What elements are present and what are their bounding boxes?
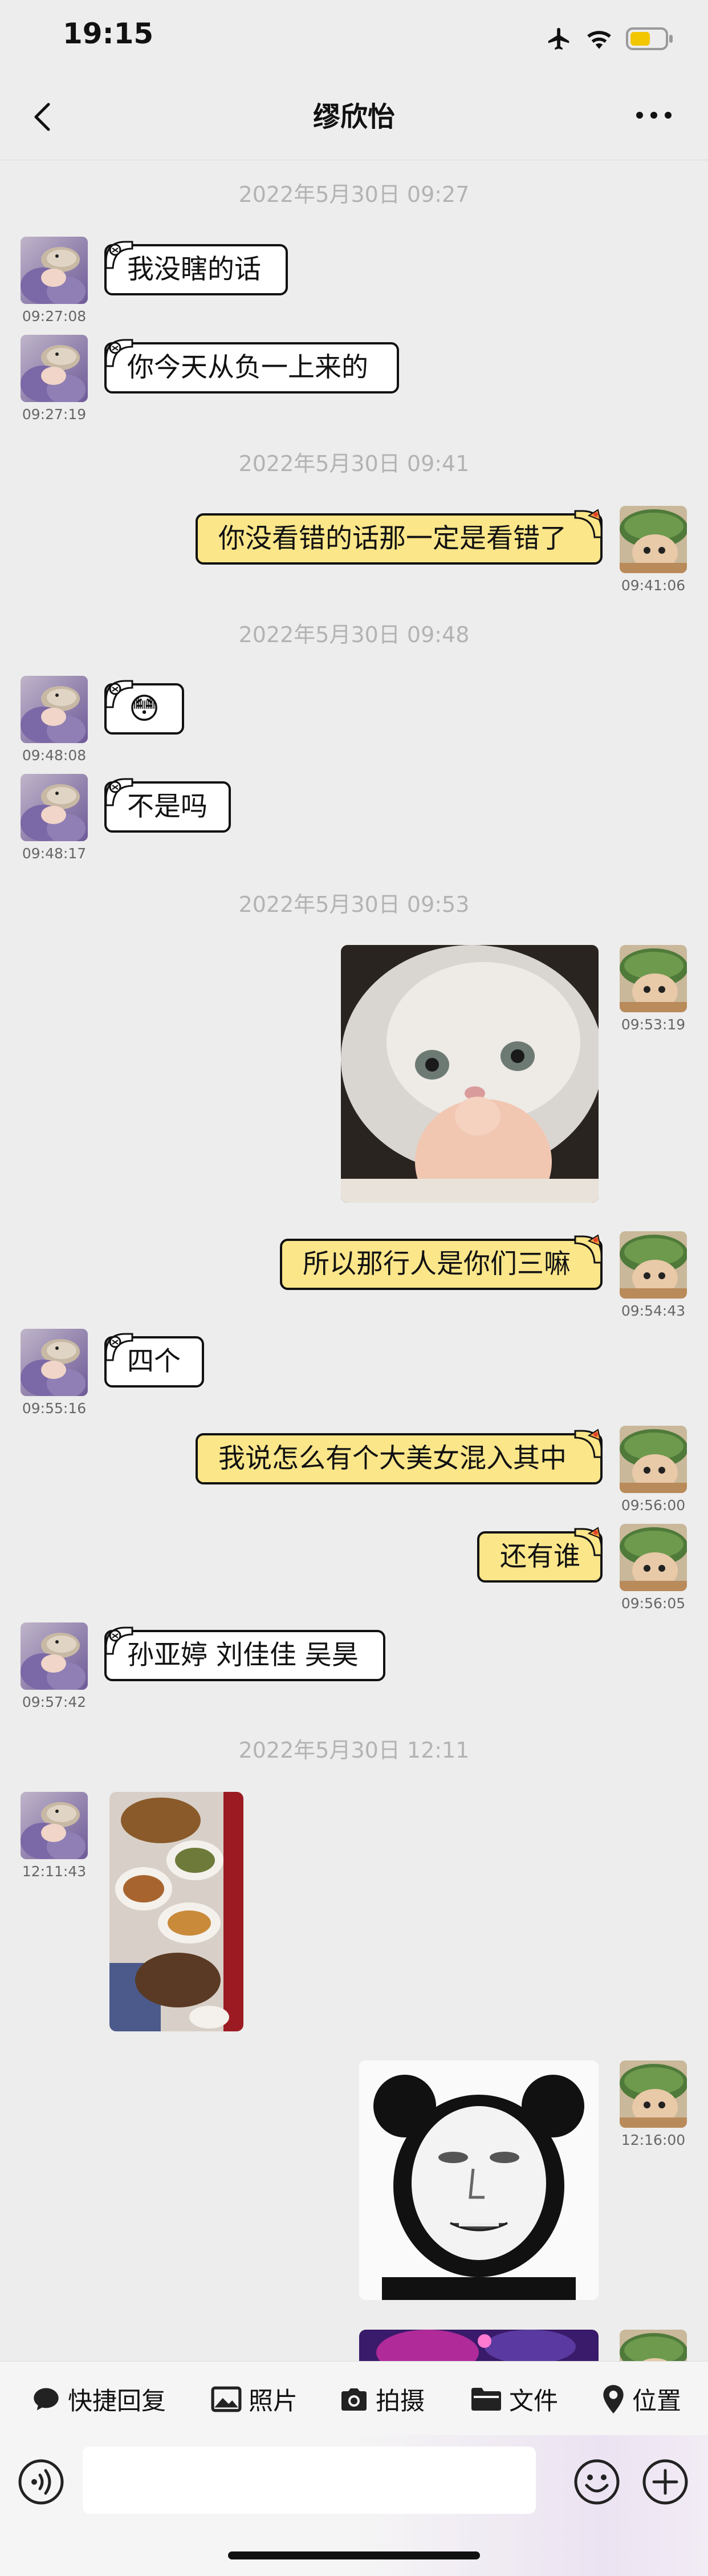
self-avatar[interactable] xyxy=(620,1524,687,1591)
bubble-decoration-icon xyxy=(105,1333,133,1361)
bubble-decoration-icon xyxy=(574,1234,603,1264)
bubble-decoration-icon xyxy=(105,241,133,269)
contact-avatar[interactable] xyxy=(21,1329,88,1396)
wifi-icon xyxy=(587,31,611,49)
camera-label: 拍摄 xyxy=(376,2387,425,2416)
page-title: 缪欣怡 xyxy=(312,101,395,133)
camera-icon xyxy=(341,2388,367,2411)
bubble-decoration-icon xyxy=(105,778,133,806)
cat-pointing-image xyxy=(341,945,599,1203)
chat-screen: 19:15 缪欣怡 2022年5月30日 09:27 09:27:08 我没瞎的… xyxy=(0,0,708,2576)
contact-avatar[interactable] xyxy=(21,1622,88,1690)
location-button[interactable]: 位置 xyxy=(601,2383,681,2416)
contact-avatar[interactable] xyxy=(21,335,88,402)
timestamp: 2022年5月30日 09:48 xyxy=(238,622,470,647)
input-bar xyxy=(0,2435,708,2576)
quick-reply-button[interactable]: 快捷回复 xyxy=(31,2383,166,2416)
self-avatar[interactable] xyxy=(620,506,687,573)
bubble-decoration-icon xyxy=(574,1429,603,1458)
image-message-food[interactable] xyxy=(109,1792,243,2031)
self-avatar[interactable] xyxy=(620,1231,687,1299)
message-time: 12:11:43 xyxy=(22,1863,87,1880)
bubble-decoration-icon xyxy=(574,509,603,538)
timestamp: 2022年5月30日 12:11 xyxy=(238,1738,470,1763)
file-button[interactable]: 文件 xyxy=(470,2383,558,2416)
panda-meme-image xyxy=(359,2060,599,2300)
emoji-icon[interactable] xyxy=(573,2458,621,2506)
status-bar: 19:15 xyxy=(0,0,708,74)
status-icons xyxy=(546,22,674,56)
message-time: 09:27:19 xyxy=(22,406,87,423)
plus-icon[interactable] xyxy=(641,2458,689,2506)
voice-icon[interactable] xyxy=(17,2458,65,2506)
timestamp: 2022年5月30日 09:27 xyxy=(238,182,470,207)
message-time: 09:48:17 xyxy=(22,845,87,862)
message-time: 09:53:19 xyxy=(621,1016,686,1033)
photo-label: 照片 xyxy=(249,2387,298,2416)
bubble-decoration-icon xyxy=(105,339,133,367)
message-time: 09:56:00 xyxy=(621,1497,686,1514)
contact-avatar[interactable] xyxy=(21,676,88,743)
nav-bar: 缪欣怡 xyxy=(0,74,708,160)
self-avatar[interactable] xyxy=(620,2060,687,2128)
chat-bubble-icon xyxy=(34,2388,59,2411)
folder-icon xyxy=(471,2388,501,2411)
message-input[interactable] xyxy=(83,2447,536,2514)
more-dots-icon[interactable] xyxy=(634,109,674,121)
message-time: 12:16:00 xyxy=(621,2132,686,2148)
message-time: 09:27:08 xyxy=(22,308,87,324)
timestamp: 2022年5月30日 09:41 xyxy=(238,451,470,476)
message-bubble[interactable]: 我说怎么有个大美女混入其中 xyxy=(196,1433,603,1484)
timestamp: 2022年5月30日 09:53 xyxy=(238,892,470,917)
camera-button[interactable]: 拍摄 xyxy=(339,2383,425,2416)
home-indicator xyxy=(228,2551,480,2559)
message-bubble[interactable]: 你没看错的话那一定是看错了 xyxy=(196,513,603,565)
location-pin-icon xyxy=(603,2385,624,2413)
battery-icon xyxy=(626,27,673,50)
message-time: 09:41:06 xyxy=(621,577,686,594)
photo-button[interactable]: 照片 xyxy=(211,2383,298,2416)
contact-avatar[interactable] xyxy=(21,237,88,304)
image-icon xyxy=(211,2386,242,2412)
message-time: 09:48:08 xyxy=(22,747,87,764)
message-bubble[interactable]: 所以那行人是你们三嘛 xyxy=(280,1239,603,1290)
message-time: 09:56:05 xyxy=(621,1595,686,1612)
self-avatar[interactable] xyxy=(620,945,687,1012)
message-bubble[interactable]: 你今天从负一上来的 xyxy=(104,342,399,394)
image-message-panda[interactable] xyxy=(359,2060,599,2300)
message-time: 09:54:43 xyxy=(621,1303,686,1319)
message-time: 09:57:42 xyxy=(22,1694,87,1710)
message-time: 09:55:16 xyxy=(22,1400,87,1417)
contact-avatar[interactable] xyxy=(21,774,88,841)
message-bubble[interactable]: 孙亚婷 刘佳佳 吴昊 xyxy=(104,1630,385,1681)
image-message-cat[interactable] xyxy=(341,945,599,1203)
contact-avatar[interactable] xyxy=(21,1792,88,1859)
chat-toolbar: 快捷回复 照片 拍摄 文件 位置 xyxy=(0,2361,708,2436)
location-label: 位置 xyxy=(632,2387,681,2416)
bubble-decoration-icon xyxy=(105,680,133,708)
bubble-decoration-icon xyxy=(105,1626,133,1655)
file-label: 文件 xyxy=(509,2387,558,2416)
status-time: 19:15 xyxy=(63,17,154,50)
airplane-icon xyxy=(548,27,569,50)
bubble-decoration-icon xyxy=(574,1527,603,1556)
quick-reply-label: 快捷回复 xyxy=(68,2387,166,2416)
food-table-photo xyxy=(109,1792,243,2031)
self-avatar[interactable] xyxy=(620,1426,687,1493)
